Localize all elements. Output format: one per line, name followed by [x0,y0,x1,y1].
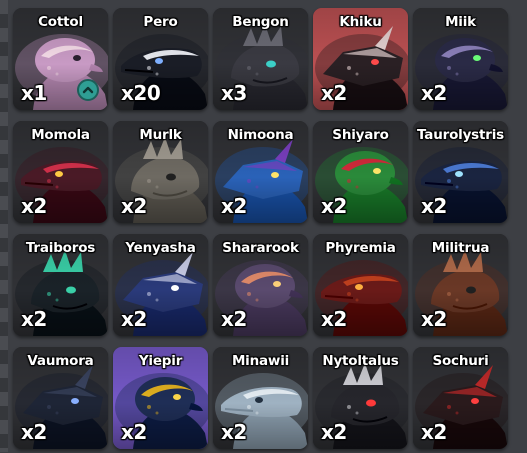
creature-name: Vaumora [27,353,94,369]
creature-quantity: x2 [421,420,447,444]
creature-name: Taurolystris [417,127,504,143]
creature-name: Yenyasha [125,240,196,256]
creature-name: Militrua [431,240,490,256]
creature-card-nytoltalus[interactable]: Nytoltalus x2 [313,347,408,449]
creature-quantity: x20 [121,81,161,105]
creature-name: Nytoltalus [322,353,399,369]
creature-name: Nimoona [227,127,294,143]
creature-quantity: x2 [321,307,347,331]
creature-quantity: x2 [321,420,347,444]
creature-name: Cottol [38,14,83,30]
creature-name: Shiyaro [332,127,389,143]
creature-quantity: x2 [21,307,47,331]
creature-name: Momola [31,127,90,143]
creature-inventory-grid: Cottol x1 Pero x20 Bengon x3 Khiku x2 Miik x2… [13,8,508,453]
creature-card-taurolystris[interactable]: Taurolystris x2 [413,121,508,223]
creature-card-shiyaro[interactable]: Shiyaro x2 [313,121,408,223]
creature-quantity: x3 [221,81,247,105]
creature-name: Phyremia [325,240,396,256]
creature-name: Miik [445,14,476,30]
creature-card-yiepir[interactable]: Yiepir x2 [113,347,208,449]
creature-quantity: x2 [121,194,147,218]
creature-quantity: x2 [21,420,47,444]
creature-card-vaumora[interactable]: Vaumora x2 [13,347,108,449]
creature-card-yenyasha[interactable]: Yenyasha x2 [113,234,208,336]
creature-card-momola[interactable]: Momola x2 [13,121,108,223]
creature-card-militrua[interactable]: Militrua x2 [413,234,508,336]
creature-quantity: x1 [21,81,47,105]
creature-card-traiboros[interactable]: Traiboros x2 [13,234,108,336]
creature-card-cottol[interactable]: Cottol x1 [13,8,108,110]
creature-card-khiku[interactable]: Khiku x2 [313,8,408,110]
creature-card-shararook[interactable]: Shararook x2 [213,234,308,336]
creature-quantity: x2 [321,81,347,105]
creature-card-murlk[interactable]: Murlk x2 [113,121,208,223]
creature-quantity: x2 [221,420,247,444]
creature-name: Traiboros [25,240,96,256]
creature-card-nimoona[interactable]: Nimoona x2 [213,121,308,223]
creature-card-pero[interactable]: Pero x20 [113,8,208,110]
creature-name: Minawii [231,353,290,369]
creature-name: Yiepir [138,353,183,369]
upgrade-badge-icon[interactable] [77,79,99,101]
creature-quantity: x2 [121,420,147,444]
creature-quantity: x2 [421,81,447,105]
creature-card-minawii[interactable]: Minawii x2 [213,347,308,449]
creature-card-bengon[interactable]: Bengon x3 [213,8,308,110]
side-scroll-strip [0,0,8,452]
creature-quantity: x2 [421,307,447,331]
creature-card-miik[interactable]: Miik x2 [413,8,508,110]
creature-quantity: x2 [421,194,447,218]
creature-name: Bengon [232,14,289,30]
creature-name: Khiku [339,14,382,30]
creature-quantity: x2 [221,194,247,218]
creature-quantity: x2 [221,307,247,331]
creature-name: Pero [143,14,178,30]
creature-quantity: x2 [121,307,147,331]
creature-card-sochuri[interactable]: Sochuri x2 [413,347,508,449]
creature-quantity: x2 [321,194,347,218]
creature-name: Sochuri [432,353,489,369]
creature-quantity: x2 [21,194,47,218]
creature-name: Murlk [139,127,182,143]
creature-card-phyremia[interactable]: Phyremia x2 [313,234,408,336]
creature-name: Shararook [222,240,299,256]
